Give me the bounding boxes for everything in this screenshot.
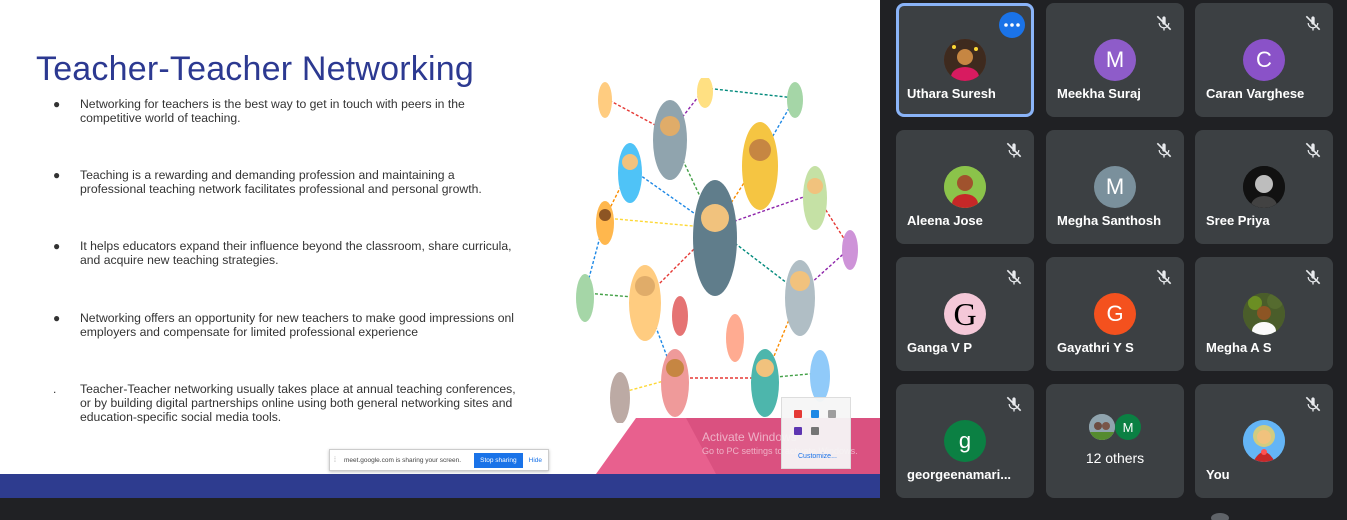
avatar bbox=[1211, 513, 1229, 520]
avatar: M bbox=[1094, 39, 1136, 81]
tray-app-icon[interactable] bbox=[794, 427, 802, 435]
avatar-photo bbox=[944, 166, 986, 208]
network-icon[interactable] bbox=[828, 410, 836, 418]
bullet-marker: ● bbox=[53, 168, 61, 182]
participant-name: Uthara Suresh bbox=[907, 86, 996, 101]
bullet-text: It helps educators expand their influenc… bbox=[80, 239, 512, 267]
avatar bbox=[944, 166, 986, 208]
participant-tile[interactable]: G Gayathri Y S bbox=[1046, 257, 1184, 371]
avatar: C bbox=[1243, 39, 1285, 81]
avatar-photo bbox=[1089, 414, 1115, 440]
mic-off-icon bbox=[1305, 15, 1321, 31]
more-options-button[interactable] bbox=[999, 12, 1025, 38]
participant-name: Gayathri Y S bbox=[1057, 340, 1134, 355]
avatar bbox=[1089, 414, 1115, 440]
avatar-photo bbox=[1243, 293, 1285, 335]
participant-tile[interactable]: C Caran Varghese bbox=[1195, 3, 1333, 117]
participant-tile-self[interactable]: You bbox=[1195, 384, 1333, 498]
tray-app-icon[interactable] bbox=[794, 410, 802, 418]
participant-tile[interactable]: M Meekha Suraj bbox=[1046, 3, 1184, 117]
bullet-text: Teaching is a rewarding and demanding pr… bbox=[80, 168, 482, 196]
slide-title: Teacher-Teacher Networking bbox=[36, 50, 474, 88]
slide-bullet: . Teacher-Teacher networking usually tak… bbox=[53, 382, 523, 424]
slide-bullet: ● Teaching is a rewarding and demanding … bbox=[53, 168, 523, 196]
participant-name: You bbox=[1206, 467, 1230, 482]
participant-name: Ganga V P bbox=[907, 340, 973, 355]
slide-bullet: ● It helps educators expand their influe… bbox=[53, 239, 523, 267]
shared-screen: Teacher-Teacher Networking ● Networking … bbox=[0, 0, 880, 498]
avatar-photo bbox=[1243, 166, 1285, 208]
mic-off-icon bbox=[1305, 396, 1321, 412]
bullet-text: Networking for teachers is the best way … bbox=[80, 97, 465, 125]
more-options-icon bbox=[1004, 23, 1020, 27]
avatar-photo bbox=[1243, 420, 1285, 462]
avatar: G bbox=[944, 293, 986, 335]
slide-bullet: ● Networking offers an opportunity for n… bbox=[53, 311, 523, 339]
participant-name: Aleena Jose bbox=[907, 213, 983, 228]
mic-off-icon bbox=[1156, 142, 1172, 158]
screen-share-bar: ⁞ meet.google.com is sharing your screen… bbox=[329, 449, 549, 471]
participant-tile[interactable]: g georgeenamari... bbox=[896, 384, 1034, 498]
slide-bullet: ● Networking for teachers is the best wa… bbox=[53, 97, 523, 125]
avatar bbox=[944, 39, 986, 81]
bullet-text: Networking offers an opportunity for new… bbox=[80, 311, 515, 339]
customize-link[interactable]: Customize... bbox=[798, 453, 837, 460]
participant-name: Sree Priya bbox=[1206, 213, 1270, 228]
mic-off-icon bbox=[1305, 269, 1321, 285]
bullet-marker: ● bbox=[53, 97, 61, 111]
system-tray-popup[interactable]: Customize... bbox=[781, 397, 851, 469]
stop-sharing-button[interactable]: Stop sharing bbox=[474, 452, 523, 468]
participant-name: Caran Varghese bbox=[1206, 86, 1305, 101]
bullet-marker: ● bbox=[53, 239, 61, 253]
participant-name: Megha Santhosh bbox=[1057, 213, 1162, 228]
avatar-photo bbox=[944, 39, 986, 81]
mic-off-icon bbox=[1305, 142, 1321, 158]
participant-tile[interactable]: Sree Priya bbox=[1195, 130, 1333, 244]
participant-tile[interactable]: Uthara Suresh bbox=[896, 3, 1034, 117]
hide-button[interactable]: Hide bbox=[529, 457, 542, 464]
mic-off-icon bbox=[1006, 396, 1022, 412]
avatar bbox=[1243, 166, 1285, 208]
mic-off-icon bbox=[1156, 15, 1172, 31]
avatar: G bbox=[1094, 293, 1136, 335]
tray-app-icon[interactable] bbox=[811, 410, 819, 418]
others-count-label: 12 others bbox=[1085, 450, 1145, 466]
participant-tile[interactable]: Aleena Jose bbox=[896, 130, 1034, 244]
avatar: M bbox=[1094, 166, 1136, 208]
participant-tile[interactable]: G Ganga V P bbox=[896, 257, 1034, 371]
slide-footer-bar bbox=[0, 474, 880, 498]
participant-tile[interactable]: M Megha Santhosh bbox=[1046, 130, 1184, 244]
participant-name: Megha A S bbox=[1206, 340, 1272, 355]
bullet-marker: . bbox=[53, 382, 57, 396]
avatar: M bbox=[1115, 414, 1141, 440]
drag-handle-icon[interactable]: ⁞ bbox=[330, 457, 340, 464]
avatar bbox=[1243, 293, 1285, 335]
flag-icon[interactable] bbox=[811, 427, 819, 435]
network-illustration bbox=[576, 78, 858, 423]
mic-off-icon bbox=[1156, 269, 1172, 285]
others-tile[interactable]: M 12 others bbox=[1046, 384, 1184, 498]
mic-off-icon bbox=[1006, 142, 1022, 158]
participant-name: Meekha Suraj bbox=[1057, 86, 1141, 101]
participant-name: georgeenamari... bbox=[907, 467, 1012, 482]
avatar bbox=[1243, 420, 1285, 462]
bullet-text: Teacher-Teacher networking usually takes… bbox=[80, 382, 516, 424]
avatar: g bbox=[944, 420, 986, 462]
sharing-message: meet.google.com is sharing your screen. bbox=[344, 456, 462, 464]
participant-tile[interactable]: Megha A S bbox=[1195, 257, 1333, 371]
bullet-marker: ● bbox=[53, 311, 61, 325]
mic-off-icon bbox=[1006, 269, 1022, 285]
